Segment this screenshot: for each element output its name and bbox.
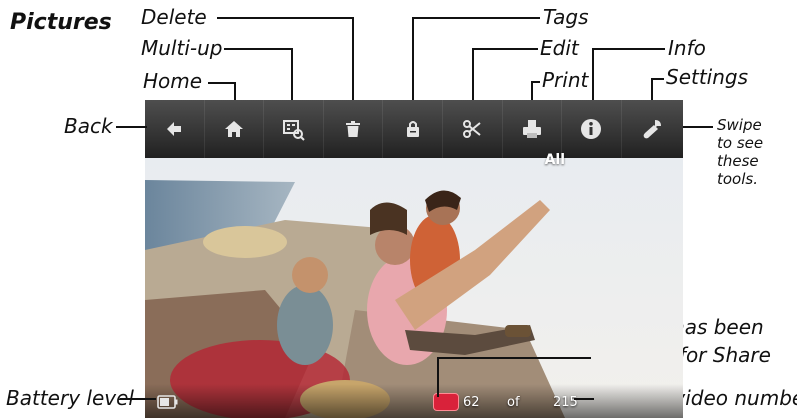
callout-home: Home <box>143 69 203 93</box>
tag-icon <box>406 121 419 137</box>
leader-print-v <box>531 81 533 100</box>
leader-share-v <box>437 357 439 397</box>
leader-multiup-v <box>291 48 293 100</box>
callout-print: Print <box>542 68 589 92</box>
leader-info-v <box>592 48 594 100</box>
callout-edit: Edit <box>540 36 579 60</box>
leader-edit-h <box>472 48 538 50</box>
delete-button[interactable] <box>324 100 384 158</box>
toolbar <box>145 100 683 158</box>
leader-settings-v <box>651 78 653 100</box>
leader-delete-v <box>352 17 354 100</box>
printer-icon <box>522 120 541 138</box>
info-button[interactable] <box>562 100 622 158</box>
info-icon <box>581 119 602 139</box>
callout-info: Info <box>668 36 706 60</box>
edit-button[interactable] <box>443 100 503 158</box>
callout-multi-up: Multi-up <box>141 36 223 60</box>
leader-battery-h <box>120 398 156 400</box>
leader-tags-h <box>412 17 540 19</box>
back-button[interactable] <box>145 100 205 158</box>
callout-back: Back <box>64 114 113 138</box>
leader-share-h <box>437 357 591 359</box>
trash-icon <box>346 121 361 137</box>
wrench-icon <box>643 120 661 139</box>
print-button[interactable] <box>503 100 563 158</box>
back-arrow-icon <box>167 122 182 136</box>
callout-swipe-line-4: tools. <box>717 170 758 188</box>
multi-up-icon <box>283 120 306 141</box>
current-picture-number: 62 <box>463 395 480 410</box>
home-icon <box>224 121 243 137</box>
leader-tags-v <box>412 17 414 100</box>
settings-button[interactable] <box>622 100 682 158</box>
leader-home-h <box>208 82 235 84</box>
leader-swipe-h <box>683 126 713 128</box>
scissors-icon <box>463 120 481 138</box>
leader-edit-v <box>472 48 474 100</box>
leader-info-h <box>592 48 665 50</box>
page-title: Pictures <box>10 10 112 35</box>
callout-swipe-line-2: to see <box>717 134 764 152</box>
camera-screen[interactable]: All 62 of 215 <box>145 100 683 418</box>
home-button[interactable] <box>205 100 265 158</box>
battery-icon <box>157 395 178 409</box>
callout-battery-level: Battery level <box>6 386 134 410</box>
callout-swipe-line-3: these <box>717 152 759 170</box>
callout-swipe-line-1: Swipe <box>717 116 762 134</box>
of-label: of <box>507 395 520 410</box>
filter-label: All <box>544 152 565 168</box>
callout-delete: Delete <box>141 5 207 29</box>
leader-back-h <box>116 126 147 128</box>
leader-multiup-h <box>224 48 292 50</box>
callout-settings: Settings <box>666 65 749 89</box>
callout-swipe: Swipe to see these tools. <box>717 116 763 188</box>
callout-tags: Tags <box>543 5 589 29</box>
tags-button[interactable] <box>383 100 443 158</box>
leader-home-v <box>234 82 236 100</box>
leader-delete-h <box>217 17 353 19</box>
leader-number-h <box>574 398 594 400</box>
status-bar: 62 of 215 <box>145 384 683 418</box>
multi-up-button[interactable] <box>264 100 324 158</box>
